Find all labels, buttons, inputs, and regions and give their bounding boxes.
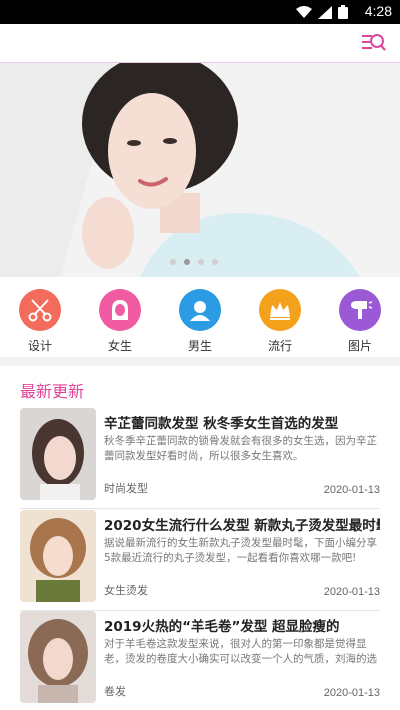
article-title: 2019火热的“羊毛卷”发型 超显脸瘦的 — [104, 619, 340, 635]
article-thumbnail — [20, 510, 96, 602]
article-thumbnail — [20, 611, 96, 703]
article-thumbnail — [20, 408, 96, 500]
article-desc: 据说最新流行的女生新款丸子烫发型最时髦，下面小编分享5款最近流行的丸子烫发型，一… — [104, 537, 377, 564]
app-toolbar — [0, 24, 400, 63]
category-label: 设计 — [27, 339, 52, 353]
female-icon — [99, 289, 141, 331]
male-icon — [179, 289, 221, 331]
carousel-dot[interactable] — [170, 259, 176, 265]
article-tag: 卷发 — [104, 685, 126, 698]
article-title: 辛芷蕾同款发型 秋冬季女生首选的发型 — [104, 416, 339, 432]
article-desc: 对于羊毛卷这款发型来说，很对人的第一印象都是觉得显老，烫发的卷度大小确实可以改变… — [104, 638, 377, 665]
category-label: 流行 — [267, 339, 292, 353]
banner-image — [0, 63, 400, 277]
carousel-dot[interactable] — [198, 259, 204, 265]
latest-section: 最新更新 辛芷蕾同款发型 秋冬季女生首选的发型 秋冬季辛芷蕾同款的锁骨发就会有很… — [0, 366, 400, 710]
wifi-icon — [296, 5, 312, 18]
article-tag: 女生烫发 — [104, 584, 148, 597]
article-date: 2020-01-13 — [323, 586, 380, 598]
battery-icon — [338, 5, 348, 19]
category-male[interactable]: 男生 — [170, 289, 230, 354]
list-item[interactable]: 辛芷蕾同款发型 秋冬季女生首选的发型 秋冬季辛芷蕾同款的锁骨发就会有很多的女生选… — [20, 408, 380, 500]
article-tag: 时尚发型 — [104, 482, 148, 495]
category-images[interactable]: 图片 — [330, 289, 390, 354]
article-date: 2020-01-13 — [323, 484, 380, 496]
carousel-dot-active[interactable] — [184, 259, 190, 265]
banner-carousel[interactable] — [0, 63, 400, 277]
hairdryer-icon — [339, 289, 381, 331]
category-trending[interactable]: 流行 — [250, 289, 310, 354]
status-time: 4:28 — [364, 3, 392, 19]
list-item[interactable]: 2019火热的“羊毛卷”发型 超显脸瘦的 对于羊毛卷这款发型来说，很对人的第一印… — [20, 611, 380, 703]
status-bar: 4:28 — [0, 0, 400, 24]
category-female[interactable]: 女生 — [90, 289, 150, 354]
search-menu-icon[interactable] — [360, 30, 386, 56]
article-date: 2020-01-13 — [323, 687, 380, 699]
list-item[interactable]: 2020女生流行什么发型 新款丸子烫发型最时髦 据说最新流行的女生新款丸子烫发型… — [20, 510, 380, 602]
category-label: 男生 — [187, 339, 212, 353]
category-row: 设计 女生 男生 流行 图片 — [0, 277, 400, 357]
article-desc: 秋冬季辛芷蕾同款的锁骨发就会有很多的女生选，因为辛芷蕾同款发型好看时尚，所以很多… — [104, 435, 377, 462]
category-label: 图片 — [347, 339, 372, 353]
divider — [20, 508, 380, 509]
article-title: 2020女生流行什么发型 新款丸子烫发型最时髦 — [104, 518, 380, 534]
category-label: 女生 — [107, 339, 132, 353]
signal-icon — [318, 5, 332, 19]
category-design[interactable]: 设计 — [10, 289, 70, 354]
status-icons — [296, 5, 348, 19]
scissors-icon — [19, 289, 61, 331]
section-title: 最新更新 — [20, 382, 85, 401]
carousel-indicators — [170, 259, 218, 265]
carousel-dot[interactable] — [212, 259, 218, 265]
crown-icon — [259, 289, 301, 331]
